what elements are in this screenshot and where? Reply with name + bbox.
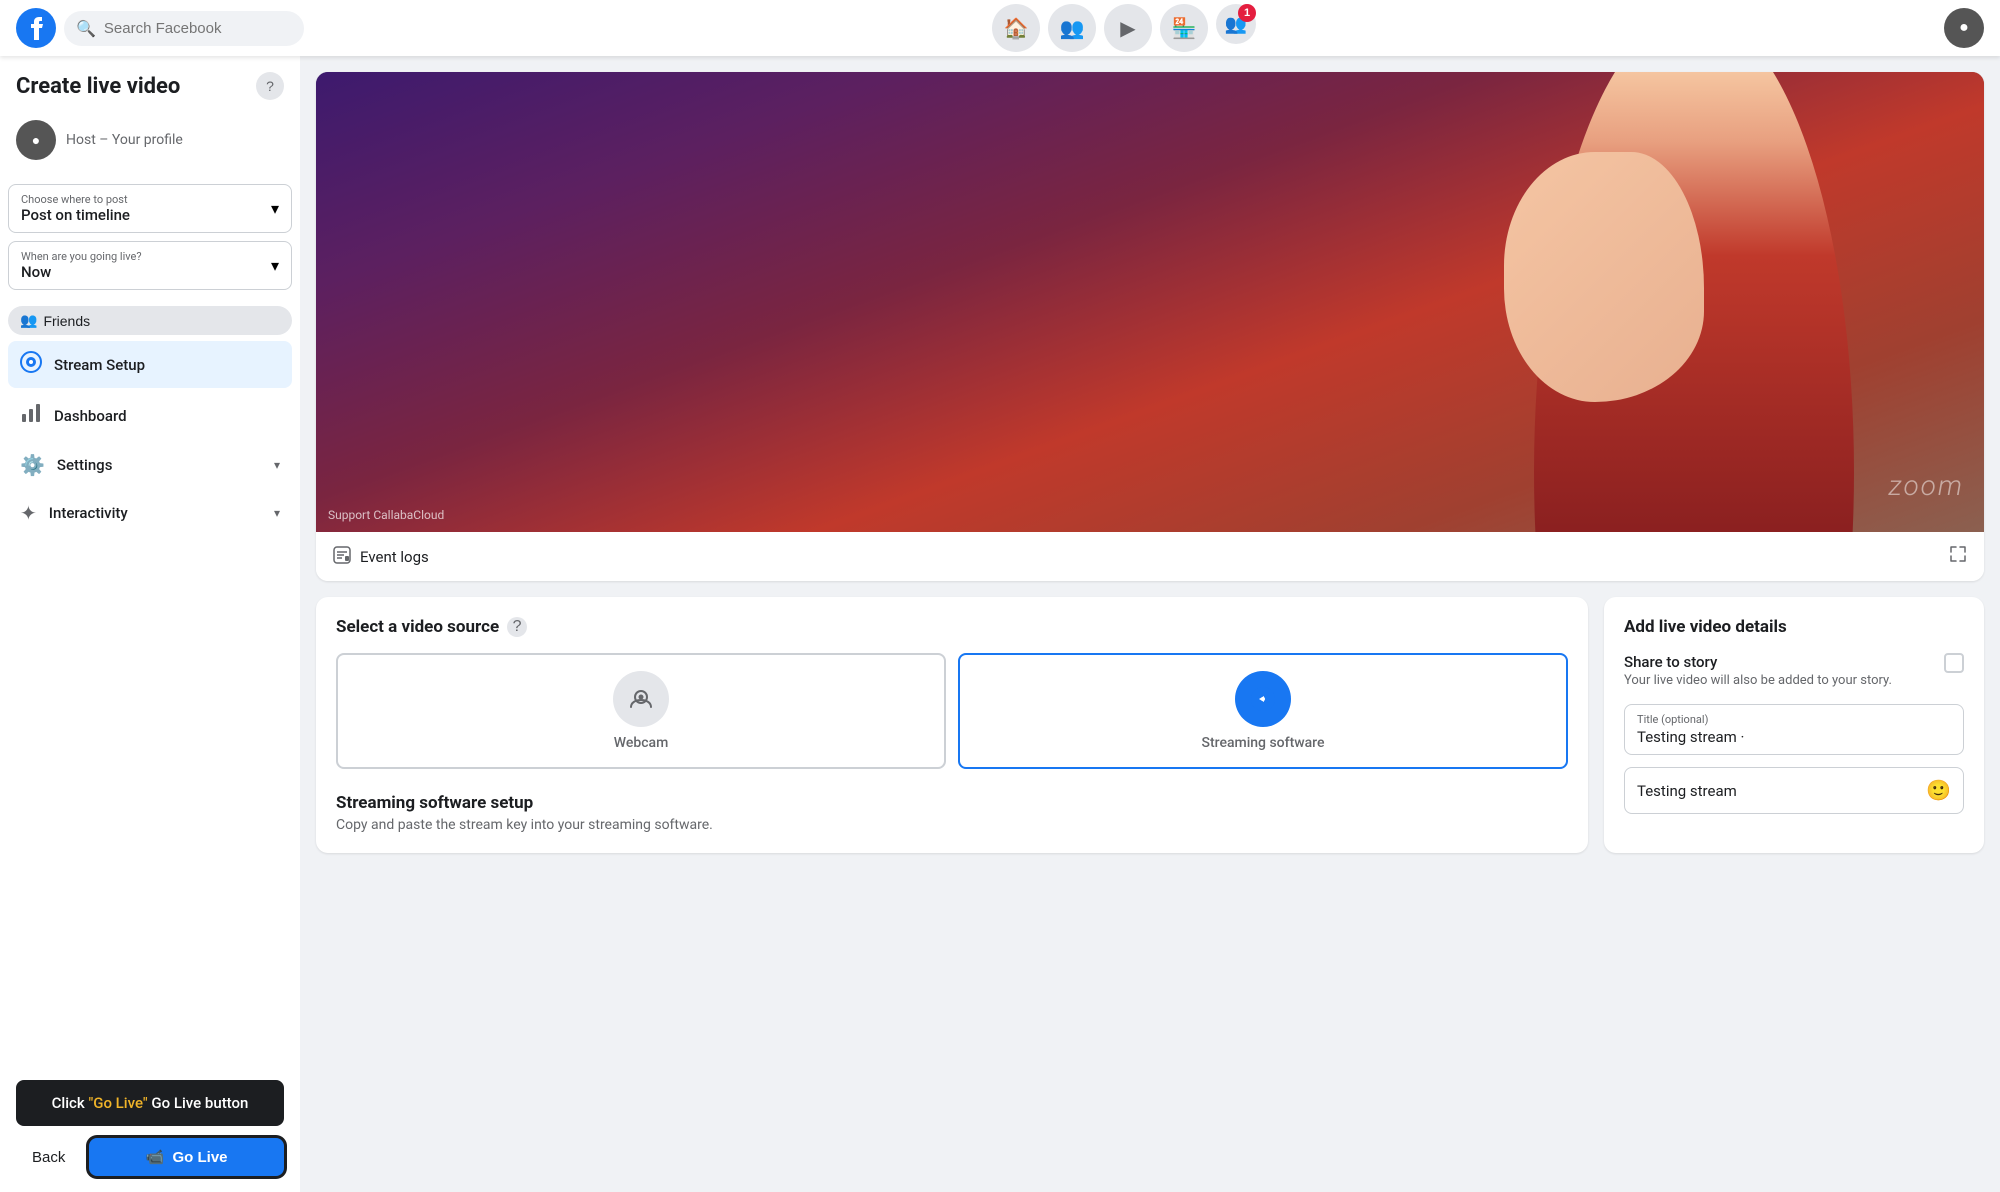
where-to-post-label: Choose where to post	[21, 193, 130, 206]
video-watermark: zoom	[1888, 469, 1964, 502]
share-to-story-sub: Your live video will also be added to yo…	[1624, 673, 1892, 688]
settings-chevron-icon: ▾	[274, 458, 280, 472]
video-support-text: Support CallabaCloud	[328, 508, 444, 522]
avatar: ●	[16, 120, 56, 160]
go-live-hint: Click "Go Live" Go Live button	[16, 1080, 284, 1126]
help-button[interactable]: ?	[256, 72, 284, 100]
go-live-button-label: Go Live	[173, 1149, 228, 1166]
when-going-live-dropdown[interactable]: When are you going live? Now ▾	[8, 241, 292, 290]
video-preview-card: zoom Support CallabaCloud Event logs	[316, 72, 1984, 581]
go-live-button[interactable]: 📹 Go Live	[89, 1138, 284, 1176]
topnav-right: ●	[1944, 8, 1984, 48]
facebook-logo[interactable]	[16, 8, 56, 48]
share-to-story-row: Share to story Your live video will also…	[1624, 653, 1964, 688]
streaming-setup-section: Streaming software setup Copy and paste …	[336, 793, 1568, 833]
where-to-post-value: Post on timeline	[21, 206, 130, 224]
user-avatar-btn[interactable]: ●	[1944, 8, 1984, 48]
share-to-story-label: Share to story	[1624, 653, 1892, 671]
content-area: zoom Support CallabaCloud Event logs	[300, 56, 2000, 1192]
go-live-camera-icon: 📹	[146, 1148, 165, 1166]
create-live-video-title: Create live video	[16, 74, 180, 99]
sidebar: Create live video ? ● Host – Your profil…	[0, 56, 300, 1192]
settings-icon: ⚙️	[20, 453, 45, 477]
expand-event-logs-btn[interactable]	[1948, 544, 1968, 569]
streaming-setup-title: Streaming software setup	[336, 793, 1568, 813]
sidebar-actions: Back 📹 Go Live	[16, 1138, 284, 1176]
emoji-button[interactable]: 🙂	[1926, 778, 1951, 803]
notifications-btn[interactable]: 👥 1	[1216, 4, 1256, 44]
title-field-container[interactable]: Title (optional) Testing stream ·	[1624, 704, 1964, 755]
dashboard-icon	[20, 402, 42, 429]
live-details-title-text: Add live video details	[1624, 617, 1787, 637]
webcam-option[interactable]: Webcam	[336, 653, 946, 769]
interactivity-icon: ✦	[20, 501, 37, 525]
go-live-hint-yellow: "Go Live"	[88, 1094, 147, 1112]
search-input[interactable]	[104, 20, 292, 37]
go-live-hint-suffix: Go Live	[151, 1094, 201, 1112]
description-field[interactable]: Testing stream 🙂	[1624, 767, 1964, 814]
friends-icon: 👥	[20, 312, 37, 329]
share-to-story-checkbox[interactable]	[1944, 653, 1964, 673]
notification-badge: 1	[1238, 4, 1256, 22]
where-to-post-dropdown[interactable]: Choose where to post Post on timeline ▾	[8, 184, 292, 233]
webcam-icon	[613, 671, 669, 727]
chevron-down-icon-2: ▾	[271, 256, 279, 275]
video-source-help-btn[interactable]: ?	[507, 617, 527, 637]
webcam-label: Webcam	[614, 735, 669, 751]
source-options: Webcam Streaming software	[336, 653, 1568, 769]
topnav: 🔍 🏠 👥 ▶ 🏪 👥 1 ●	[0, 0, 2000, 56]
streaming-software-label: Streaming software	[1202, 735, 1325, 751]
when-going-live-value: Now	[21, 263, 142, 281]
watch-nav-btn[interactable]: ▶	[1104, 4, 1152, 52]
when-going-live-label: When are you going live?	[21, 250, 142, 263]
sidebar-title: Create live video ?	[8, 72, 292, 112]
video-source-title: Select a video source ?	[336, 617, 1568, 637]
sidebar-item-interactivity[interactable]: ✦ Interactivity ▾	[8, 491, 292, 535]
topnav-center: 🏠 👥 ▶ 🏪 👥 1	[304, 4, 1944, 52]
video-source-card: Select a video source ? Webcam	[316, 597, 1588, 853]
share-to-story-content: Share to story Your live video will also…	[1624, 653, 1892, 688]
stream-setup-label: Stream Setup	[54, 356, 280, 374]
host-info: Host – Your profile	[66, 132, 183, 148]
sidebar-item-dashboard[interactable]: Dashboard	[8, 392, 292, 439]
interactivity-chevron-icon: ▾	[274, 506, 280, 520]
dashboard-label: Dashboard	[54, 407, 280, 425]
sidebar-item-settings[interactable]: ⚙️ Settings ▾	[8, 443, 292, 487]
event-logs-icon	[332, 545, 352, 569]
friends-badge-btn[interactable]: 👥 Friends	[8, 306, 292, 335]
settings-label: Settings	[57, 456, 262, 474]
live-details-card: Add live video details Share to story Yo…	[1604, 597, 1984, 853]
home-nav-btn[interactable]: 🏠	[992, 4, 1040, 52]
friends-nav-btn[interactable]: 👥	[1048, 4, 1096, 52]
chevron-down-icon: ▾	[271, 199, 279, 218]
back-button[interactable]: Back	[16, 1141, 81, 1174]
title-field-value: Testing stream ·	[1637, 728, 1951, 746]
sidebar-bottom: Click "Go Live" Go Live button Back 📹 Go…	[0, 1064, 300, 1192]
streaming-software-icon	[1235, 671, 1291, 727]
where-to-post-content: Choose where to post Post on timeline	[21, 193, 130, 224]
interactivity-label: Interactivity	[49, 504, 262, 522]
marketplace-nav-btn[interactable]: 🏪	[1160, 4, 1208, 52]
event-logs-left: Event logs	[332, 545, 429, 569]
video-container: zoom Support CallabaCloud	[316, 72, 1984, 532]
live-details-title: Add live video details	[1624, 617, 1964, 637]
streaming-setup-desc: Copy and paste the stream key into your …	[336, 817, 1568, 833]
host-label-text: Host – Your profile	[66, 132, 183, 148]
search-bar[interactable]: 🔍	[64, 11, 304, 46]
title-field-label: Title (optional)	[1637, 713, 1951, 726]
video-source-title-text: Select a video source	[336, 617, 499, 637]
host-section: ● Host – Your profile	[8, 112, 292, 168]
description-value: Testing stream	[1637, 782, 1737, 800]
event-logs-bar: Event logs	[316, 532, 1984, 581]
when-going-live-content: When are you going live? Now	[21, 250, 142, 281]
bottom-cards: Select a video source ? Webcam	[316, 597, 1984, 853]
stream-setup-icon	[20, 351, 42, 378]
friends-badge-label: Friends	[43, 313, 90, 329]
search-icon: 🔍	[76, 19, 96, 38]
main-layout: Create live video ? ● Host – Your profil…	[0, 56, 2000, 1192]
streaming-software-option[interactable]: Streaming software	[958, 653, 1568, 769]
sidebar-item-stream-setup[interactable]: Stream Setup	[8, 341, 292, 388]
event-logs-label: Event logs	[360, 548, 429, 566]
